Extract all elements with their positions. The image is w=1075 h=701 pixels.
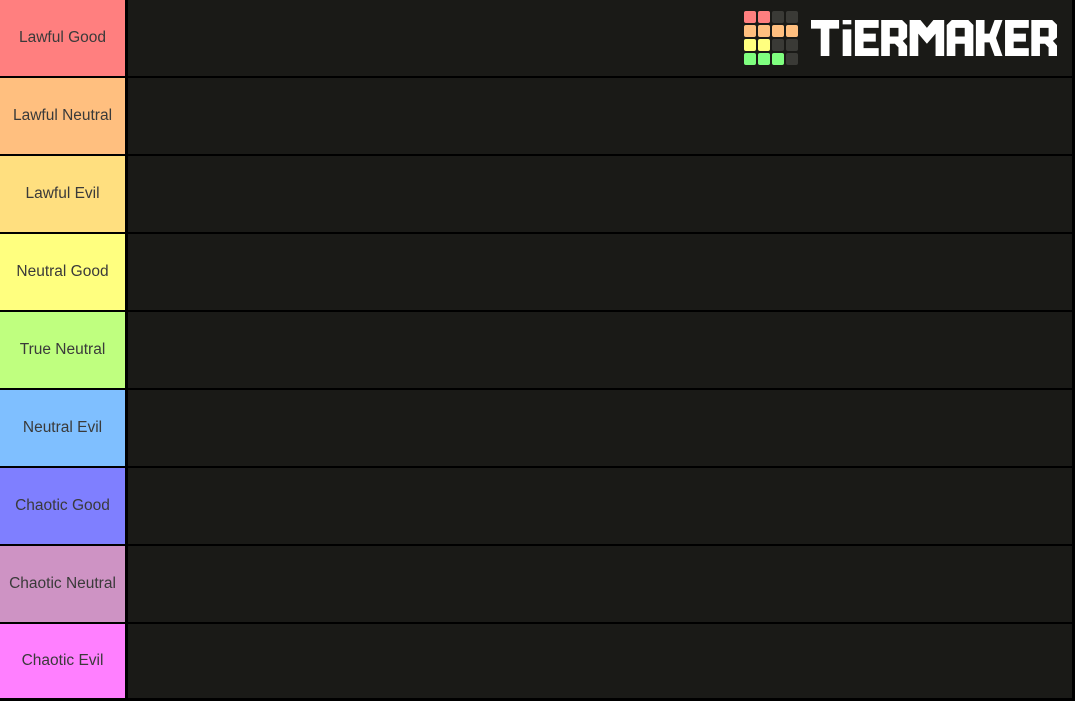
tier-row: True Neutral [0,312,1075,390]
logo-grid-cell [785,39,798,51]
tier-row: Lawful Neutral [0,78,1075,156]
logo-grid-cell [757,25,770,37]
tier-dropzone-chaotic-good[interactable] [125,468,1075,544]
logo-grid-cell [771,53,784,65]
logo-grid-cell [785,25,798,37]
tier-row: Chaotic Good [0,468,1075,546]
tier-row: Lawful Evil [0,156,1075,234]
logo-grid-cell [771,11,784,23]
tier-label-lawful-good[interactable]: Lawful Good [0,0,125,76]
tier-list-board: Lawful Good Lawful Neutral Lawful Evil Neut… [0,0,1075,701]
tier-label-neutral-evil[interactable]: Neutral Evil [0,390,125,466]
logo-grid-cell [771,25,784,37]
tier-label-chaotic-good[interactable]: Chaotic Good [0,468,125,544]
tier-row: Neutral Evil [0,390,1075,468]
logo-grid-cell [785,11,798,23]
logo-grid-cell [743,53,756,65]
logo-grid-cell [757,39,770,51]
tiermaker-grid-icon [743,11,798,65]
tier-dropzone-true-neutral[interactable] [125,312,1075,388]
tier-dropzone-chaotic-evil[interactable] [125,624,1075,698]
logo-grid-cell [743,39,756,51]
logo-grid-cell [743,11,756,23]
tier-dropzone-lawful-neutral[interactable] [125,78,1075,154]
logo-grid-cell [757,53,770,65]
tier-label-lawful-neutral[interactable]: Lawful Neutral [0,78,125,154]
tier-label-neutral-good[interactable]: Neutral Good [0,234,125,310]
tier-dropzone-chaotic-neutral[interactable] [125,546,1075,622]
tiermaker-logo[interactable] [743,11,1057,65]
tier-label-true-neutral[interactable]: True Neutral [0,312,125,388]
tier-label-chaotic-neutral[interactable]: Chaotic Neutral [0,546,125,622]
logo-grid-cell [771,39,784,51]
tier-row: Chaotic Neutral [0,546,1075,624]
logo-grid-cell [757,11,770,23]
tier-row: Neutral Good [0,234,1075,312]
tier-dropzone-lawful-evil[interactable] [125,156,1075,232]
tier-label-chaotic-evil[interactable]: Chaotic Evil [0,624,125,698]
tier-dropzone-neutral-good[interactable] [125,234,1075,310]
tier-row: Chaotic Evil [0,624,1075,701]
tier-dropzone-lawful-good[interactable] [125,0,1075,76]
logo-grid-cell [785,53,798,65]
tiermaker-wordmark-glyphs [810,20,1057,56]
tier-row: Lawful Good [0,0,1075,78]
tier-dropzone-neutral-evil[interactable] [125,390,1075,466]
tier-label-lawful-evil[interactable]: Lawful Evil [0,156,125,232]
tiermaker-wordmark [810,18,1057,58]
logo-grid-cell [743,25,756,37]
